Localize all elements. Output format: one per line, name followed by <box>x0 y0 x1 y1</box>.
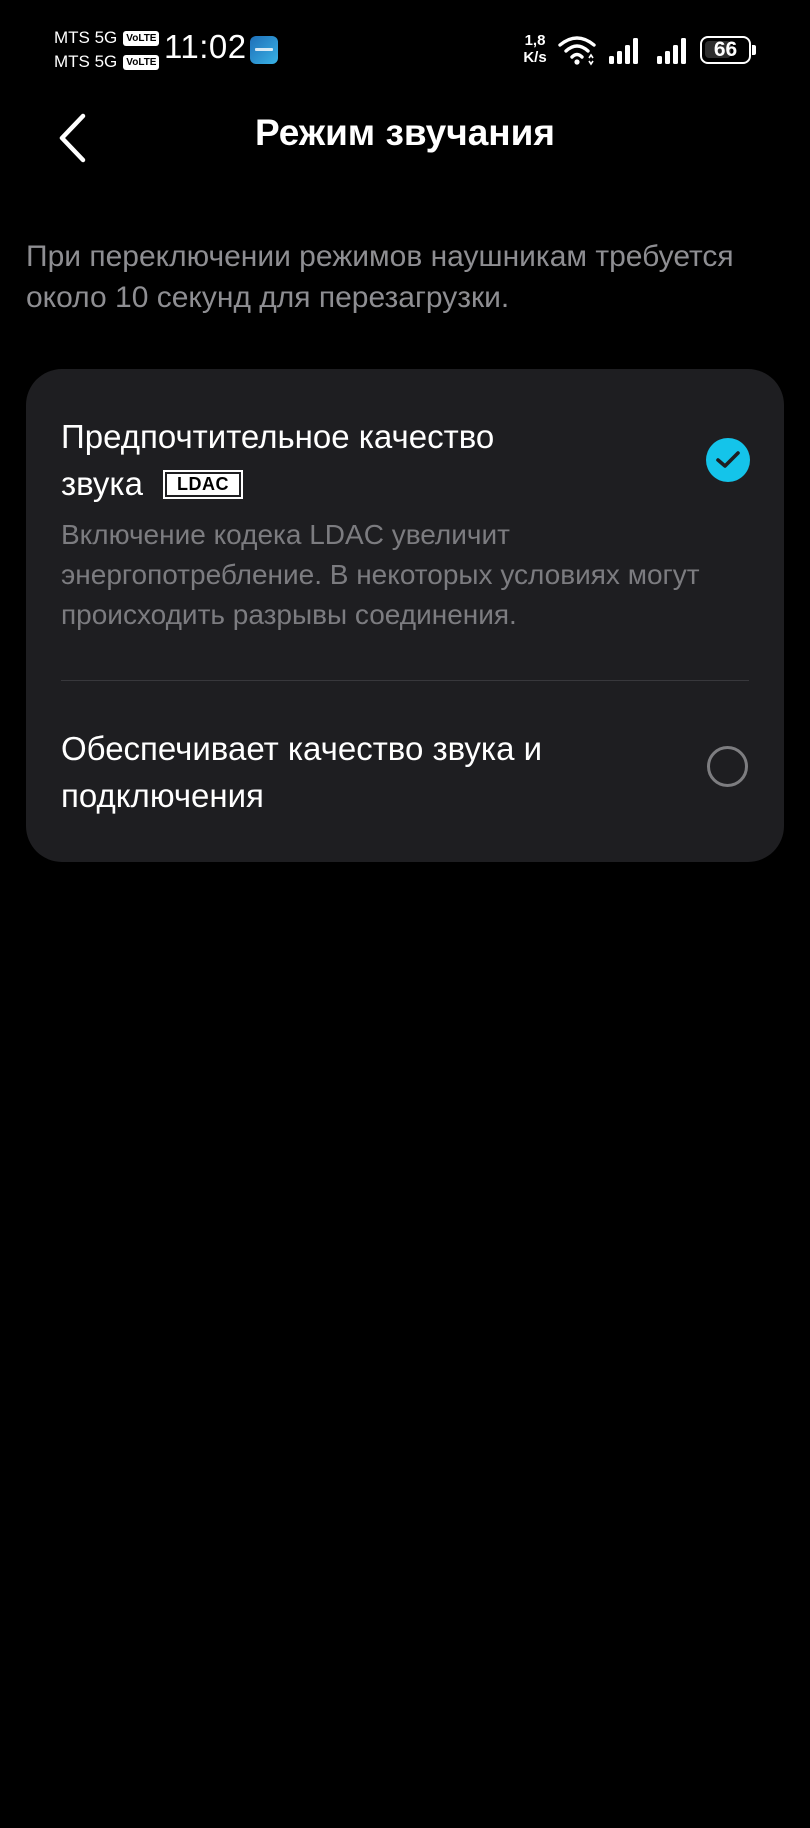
carrier-row-1: MTS 5G VoLTE <box>54 26 164 50</box>
battery-tip <box>752 45 756 55</box>
network-speed: 1,8 K/s <box>518 32 552 66</box>
option-ldac-quality[interactable]: Предпочтительное качество звука LDAC Вклю… <box>26 369 784 681</box>
option-title-line-2: звука LDAC <box>61 460 661 507</box>
wifi-icon <box>558 36 596 66</box>
status-bar: MTS 5G VoLTE MTS 5G VoLTE 11:02 1,8 K/s <box>0 0 810 95</box>
option-title: Обеспечивает качество звука и подключени… <box>61 725 661 819</box>
option-title: Предпочтительное качество звука LDAC <box>61 413 661 507</box>
battery-icon: 66 <box>700 36 756 64</box>
network-speed-unit: K/s <box>523 49 547 66</box>
network-speed-value: 1,8 <box>524 32 546 49</box>
battery-level: 66 <box>713 38 738 61</box>
option-title-line-2: подключения <box>61 777 264 814</box>
volte-badge-1: VoLTE <box>123 30 160 46</box>
sound-mode-options: Предпочтительное качество звука LDAC Вклю… <box>26 369 784 862</box>
ldac-badge: LDAC <box>162 469 243 499</box>
radio-unselected[interactable] <box>707 746 748 787</box>
carrier-info: MTS 5G VoLTE MTS 5G VoLTE <box>54 26 164 74</box>
carrier-name-2: MTS 5G <box>54 52 118 71</box>
amber-weather-icon <box>250 36 278 64</box>
option-title-line-1: Обеспечивает качество звука и <box>61 730 543 767</box>
radio-selected[interactable] <box>706 438 750 482</box>
option-title-line-2-text: звука <box>61 465 143 502</box>
checkmark-icon <box>716 451 740 468</box>
option-title-line-1: Предпочтительное качество <box>61 418 495 455</box>
carrier-name-1: MTS 5G <box>54 28 118 47</box>
ldac-badge-label: LDAC <box>166 473 239 495</box>
signal-bars-icon <box>609 38 638 64</box>
signal-bars-icon <box>657 38 686 64</box>
option-description: Включение кодека LDAC увеличит энергопот… <box>61 519 700 630</box>
carrier-row-2: MTS 5G VoLTE <box>54 50 164 74</box>
mode-switch-description: При переключении режимов наушникам требу… <box>26 240 734 314</box>
volte-badge-2: VoLTE <box>123 54 160 70</box>
status-clock: 11:02 <box>164 28 247 65</box>
header: Режим звучания <box>0 100 810 176</box>
option-balanced-quality[interactable]: Обеспечивает качество звука и подключени… <box>26 681 784 862</box>
page-title: Режим звучания <box>254 112 555 153</box>
